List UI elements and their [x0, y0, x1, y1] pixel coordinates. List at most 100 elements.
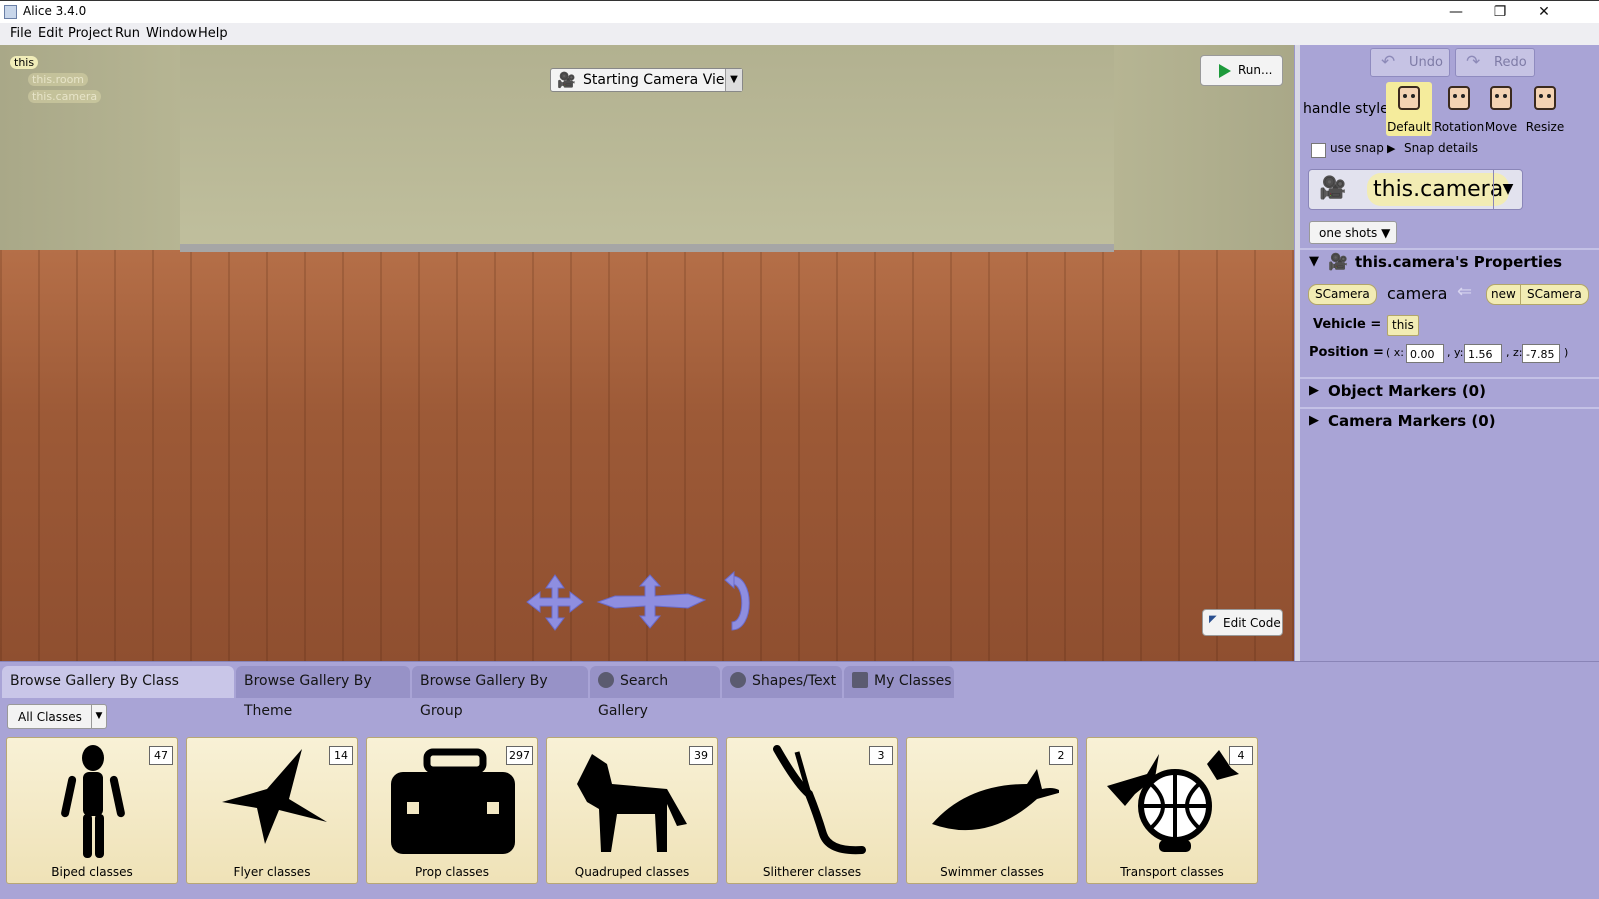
shapes-icon — [730, 672, 746, 688]
menu-help[interactable]: Help — [198, 26, 228, 41]
vehicle-value[interactable]: this — [1387, 315, 1419, 336]
y-label: , y: — [1447, 346, 1464, 359]
run-label: Run... — [1238, 63, 1273, 77]
handle-move-label: Move — [1484, 120, 1518, 134]
biped-icon — [61, 745, 125, 858]
rotation-handle-icon — [1448, 86, 1470, 110]
tab-label: Browse Gallery By Group — [420, 673, 548, 719]
selected-object-dropdown[interactable]: 🎥 this.camera ▼ — [1308, 169, 1523, 210]
tree-item-room[interactable]: this.room — [28, 73, 89, 86]
close-button[interactable]: ✕ — [1522, 2, 1566, 22]
snap-details-toggle[interactable]: Snap details — [1404, 141, 1478, 155]
handle-rotation-button[interactable]: Rotation — [1434, 82, 1484, 136]
tab-my-classes[interactable]: My Classes — [844, 666, 954, 698]
gallery-card-biped[interactable]: 47 Biped classes — [6, 737, 178, 884]
tab-group[interactable]: Browse Gallery By Group — [412, 666, 588, 719]
redo-button[interactable]: ↷ Redo — [1455, 48, 1535, 77]
tab-shapes-text[interactable]: Shapes/Text — [722, 666, 842, 698]
handle-default-label: Default — [1387, 120, 1431, 134]
gallery-card-slitherer[interactable]: 3 Slitherer classes — [726, 737, 898, 884]
move-handle-icon — [1490, 86, 1512, 110]
tab-label: My Classes — [874, 673, 952, 689]
app-icon — [4, 5, 17, 19]
camera-view-select[interactable]: 🎥 Starting Camera View ▼ — [550, 68, 743, 92]
chevron-down-icon: ▼ — [1493, 170, 1522, 209]
menu-edit[interactable]: Edit — [38, 26, 63, 41]
all-classes-dropdown[interactable]: All Classes ▼ — [7, 704, 107, 729]
properties-section-header[interactable]: ▼ 🎥 this.camera's Properties — [1300, 248, 1599, 274]
class-count-badge: 297 — [506, 746, 533, 765]
card-label: Prop classes — [415, 865, 489, 879]
minimize-button[interactable]: — — [1434, 2, 1478, 22]
handle-move-button[interactable]: Move — [1480, 82, 1522, 136]
gallery-card-quadruped[interactable]: 39 Quadruped classes — [546, 737, 718, 884]
class-count-badge: 39 — [689, 746, 713, 765]
expand-arrow-icon[interactable]: ▶ — [1387, 142, 1395, 155]
one-shots-button[interactable]: one shots ▼ — [1309, 221, 1397, 244]
camera-icon: 🎥 — [1319, 176, 1347, 201]
menu-window[interactable]: Window — [146, 26, 197, 41]
card-label: Quadruped classes — [574, 865, 690, 879]
menu-project[interactable]: Project — [68, 26, 112, 41]
handle-default-button[interactable]: Default — [1386, 82, 1432, 136]
chevron-down-icon: ▼ — [91, 705, 106, 728]
maximize-button[interactable]: ❐ — [1478, 2, 1522, 22]
menu-run[interactable]: Run — [115, 26, 140, 41]
selected-object-name: this.camera — [1367, 173, 1510, 206]
redo-icon: ↷ — [1466, 52, 1481, 72]
assign-arrow-icon: ⇐ — [1457, 281, 1473, 302]
menu-file[interactable]: File — [10, 26, 32, 41]
gallery-tab-bar: Browse Gallery By Class Hierarchy Browse… — [0, 661, 1599, 719]
card-label: Swimmer classes — [940, 865, 1044, 879]
manipulation-handles[interactable] — [520, 570, 770, 640]
edit-code-button[interactable]: ◤ Edit Code — [1202, 609, 1283, 636]
tab-label: Shapes/Text — [752, 673, 837, 689]
redo-label: Redo — [1494, 55, 1527, 70]
gallery-card-swimmer[interactable]: 2 Swimmer classes — [906, 737, 1078, 884]
gallery-card-flyer[interactable]: 14 Flyer classes — [186, 737, 358, 884]
camera-view-label: Starting Camera View — [583, 72, 736, 88]
card-label: Slitherer classes — [762, 865, 862, 879]
position-y-field[interactable]: 1.56 — [1464, 344, 1502, 363]
properties-title: this.camera's Properties — [1355, 253, 1563, 271]
position-x-field[interactable]: 0.00 — [1406, 344, 1444, 363]
handle-style-label: handle style: — [1303, 101, 1394, 117]
handle-rotation-label: Rotation — [1434, 120, 1485, 134]
play-icon — [1219, 64, 1231, 78]
expand-arrow-icon: ▶ — [1309, 413, 1319, 428]
class-count-badge: 4 — [1229, 746, 1253, 765]
type-tag[interactable]: SCamera — [1308, 284, 1377, 305]
new-type-tag[interactable]: SCamera — [1520, 284, 1589, 305]
gallery-card-prop[interactable]: 297 Prop classes — [366, 737, 538, 884]
card-label: Biped classes — [51, 865, 133, 879]
tree-item-this[interactable]: this — [10, 56, 39, 69]
scene-view[interactable]: this this.room this.camera 🎥 Starting Ca… — [0, 45, 1294, 661]
tab-theme[interactable]: Browse Gallery By Theme — [236, 666, 410, 719]
edit-code-label: Edit Code — [1223, 616, 1281, 630]
scene-object-tree: this this.room this.camera — [10, 56, 102, 107]
camera-markers-header[interactable]: ▶ Camera Markers (0) — [1300, 407, 1599, 433]
undo-button[interactable]: ↶ Undo — [1370, 48, 1450, 77]
x-label: ( x: — [1386, 346, 1405, 359]
default-handle-icon — [1398, 86, 1420, 110]
z-label: , z: — [1506, 346, 1523, 359]
tree-item-camera[interactable]: this.camera — [28, 90, 102, 103]
new-tag[interactable]: new — [1486, 284, 1521, 305]
position-z-field[interactable]: -7.85 — [1522, 344, 1560, 363]
handle-resize-label: Resize — [1525, 120, 1565, 134]
handle-resize-button[interactable]: Resize — [1522, 82, 1568, 136]
quadruped-icon — [577, 754, 687, 852]
position-label: Position = — [1309, 345, 1384, 360]
gallery-card-transport[interactable]: 4 Transport classes — [1086, 737, 1258, 884]
object-markers-header[interactable]: ▶ Object Markers (0) — [1300, 377, 1599, 403]
tab-class-hierarchy[interactable]: Browse Gallery By Class Hierarchy — [2, 666, 234, 719]
camera-icon: 🎥 — [557, 71, 576, 89]
tab-search[interactable]: Search Gallery — [590, 666, 720, 719]
folder-icon — [852, 672, 868, 688]
use-snap-checkbox[interactable] — [1311, 143, 1326, 158]
undo-icon: ↶ — [1381, 52, 1396, 72]
search-icon — [598, 672, 614, 688]
run-button[interactable]: Run... — [1200, 55, 1283, 86]
flyer-icon — [222, 749, 327, 844]
resize-handle-icon — [1534, 86, 1556, 110]
